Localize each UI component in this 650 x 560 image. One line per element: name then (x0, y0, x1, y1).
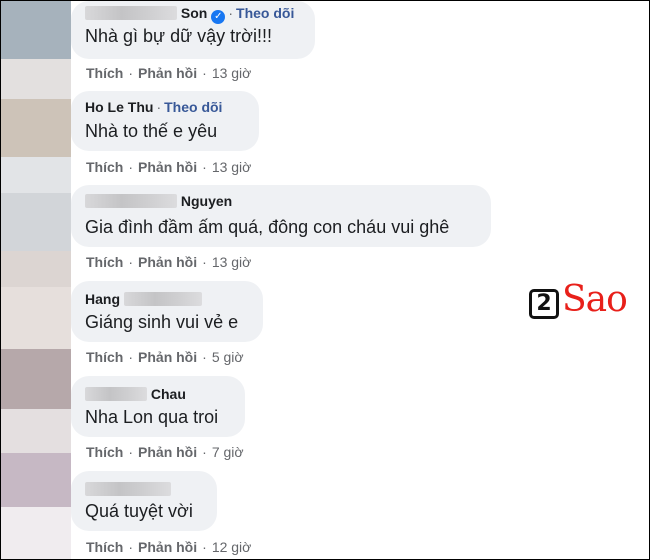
avatar[interactable] (1, 193, 71, 251)
comment-text: Quá tuyệt vời (85, 501, 193, 521)
comment-author[interactable] (85, 481, 171, 497)
reply-button[interactable]: Phản hồi (138, 159, 197, 175)
comment-actions: Thích · Phản hồi · 13 giờ (86, 159, 252, 175)
comment-author[interactable]: Chau (85, 386, 186, 402)
like-button[interactable]: Thích (86, 444, 123, 460)
comment-bubble: Ho Le Thu · Theo dõi Nhà to thế e yêu (71, 91, 259, 151)
comment-bubble: Quá tuyệt vời (71, 471, 217, 531)
comment-text: Gia đình đầm ấm quá, đông con cháu vui g… (85, 217, 450, 237)
like-button[interactable]: Thích (86, 65, 123, 81)
timestamp[interactable]: 12 giờ (212, 539, 252, 555)
comment-actions: Thích · Phản hồi · 13 giờ (86, 65, 252, 81)
blurred-name (85, 387, 147, 401)
blurred-name (85, 194, 177, 208)
comment-author[interactable]: Hang (85, 291, 202, 307)
logo-wordmark: Sao (562, 279, 628, 320)
comment-actions: Thích · Phản hồi · 7 giờ (86, 444, 244, 460)
avatar[interactable] (1, 453, 71, 507)
comment-actions: Thích · Phản hồi · 5 giờ (86, 349, 244, 365)
comment-text: Nhà gì bự dữ vậy trời!!! (85, 26, 272, 46)
blurred-avatar-column (1, 1, 71, 559)
avatar[interactable] (1, 99, 71, 157)
reply-button[interactable]: Phản hồi (138, 349, 197, 365)
comments-screenshot: Son ✓ · Theo dõi Nhà gì bự dữ vậy trời!!! T… (0, 0, 650, 560)
timestamp[interactable]: 13 giờ (212, 159, 252, 175)
timestamp[interactable]: 13 giờ (212, 65, 252, 81)
blurred-name (85, 6, 177, 20)
logo-digit-box: 2 (529, 289, 559, 319)
comment-text: Giáng sinh vui vẻ e (85, 312, 239, 332)
comment-bubble: Son ✓ · Theo dõi Nhà gì bự dữ vậy trời!!! (71, 1, 315, 59)
comment-bubble: Hang Giáng sinh vui vẻ e (71, 281, 263, 342)
comment-author[interactable]: Son ✓ · Theo dõi (85, 5, 294, 24)
comment-author[interactable]: Ho Le Thu · Theo dõi (85, 99, 222, 115)
blurred-name (123, 292, 202, 306)
like-button[interactable]: Thích (86, 159, 123, 175)
comment-bubble: Nguyen Gia đình đầm ấm quá, đông con chá… (71, 185, 491, 247)
watermark-logo: 2 Sao (529, 279, 633, 325)
avatar[interactable] (1, 287, 71, 349)
blurred-name (85, 482, 171, 496)
like-button[interactable]: Thích (86, 539, 123, 555)
comment-author[interactable]: Nguyen (85, 193, 232, 209)
follow-link[interactable]: Theo dõi (164, 99, 222, 115)
comment-bubble: Chau Nha Lon qua troi (71, 376, 245, 437)
comment-actions: Thích · Phản hồi · 12 giờ (86, 539, 252, 555)
avatar[interactable] (1, 1, 71, 59)
comment-text: Nhà to thế e yêu (85, 121, 218, 141)
reply-button[interactable]: Phản hồi (138, 65, 197, 81)
avatar[interactable] (1, 349, 71, 409)
like-button[interactable]: Thích (86, 254, 123, 270)
verified-badge-icon: ✓ (211, 10, 226, 24)
reply-button[interactable]: Phản hồi (138, 539, 197, 555)
reply-button[interactable]: Phản hồi (138, 444, 197, 460)
like-button[interactable]: Thích (86, 349, 123, 365)
reply-button[interactable]: Phản hồi (138, 254, 197, 270)
timestamp[interactable]: 7 giờ (212, 444, 244, 460)
comment-text: Nha Lon qua troi (85, 407, 219, 427)
comment-actions: Thích · Phản hồi · 13 giờ (86, 254, 252, 270)
timestamp[interactable]: 5 giờ (212, 349, 244, 365)
follow-link[interactable]: Theo dõi (236, 5, 294, 21)
timestamp[interactable]: 13 giờ (212, 254, 252, 270)
